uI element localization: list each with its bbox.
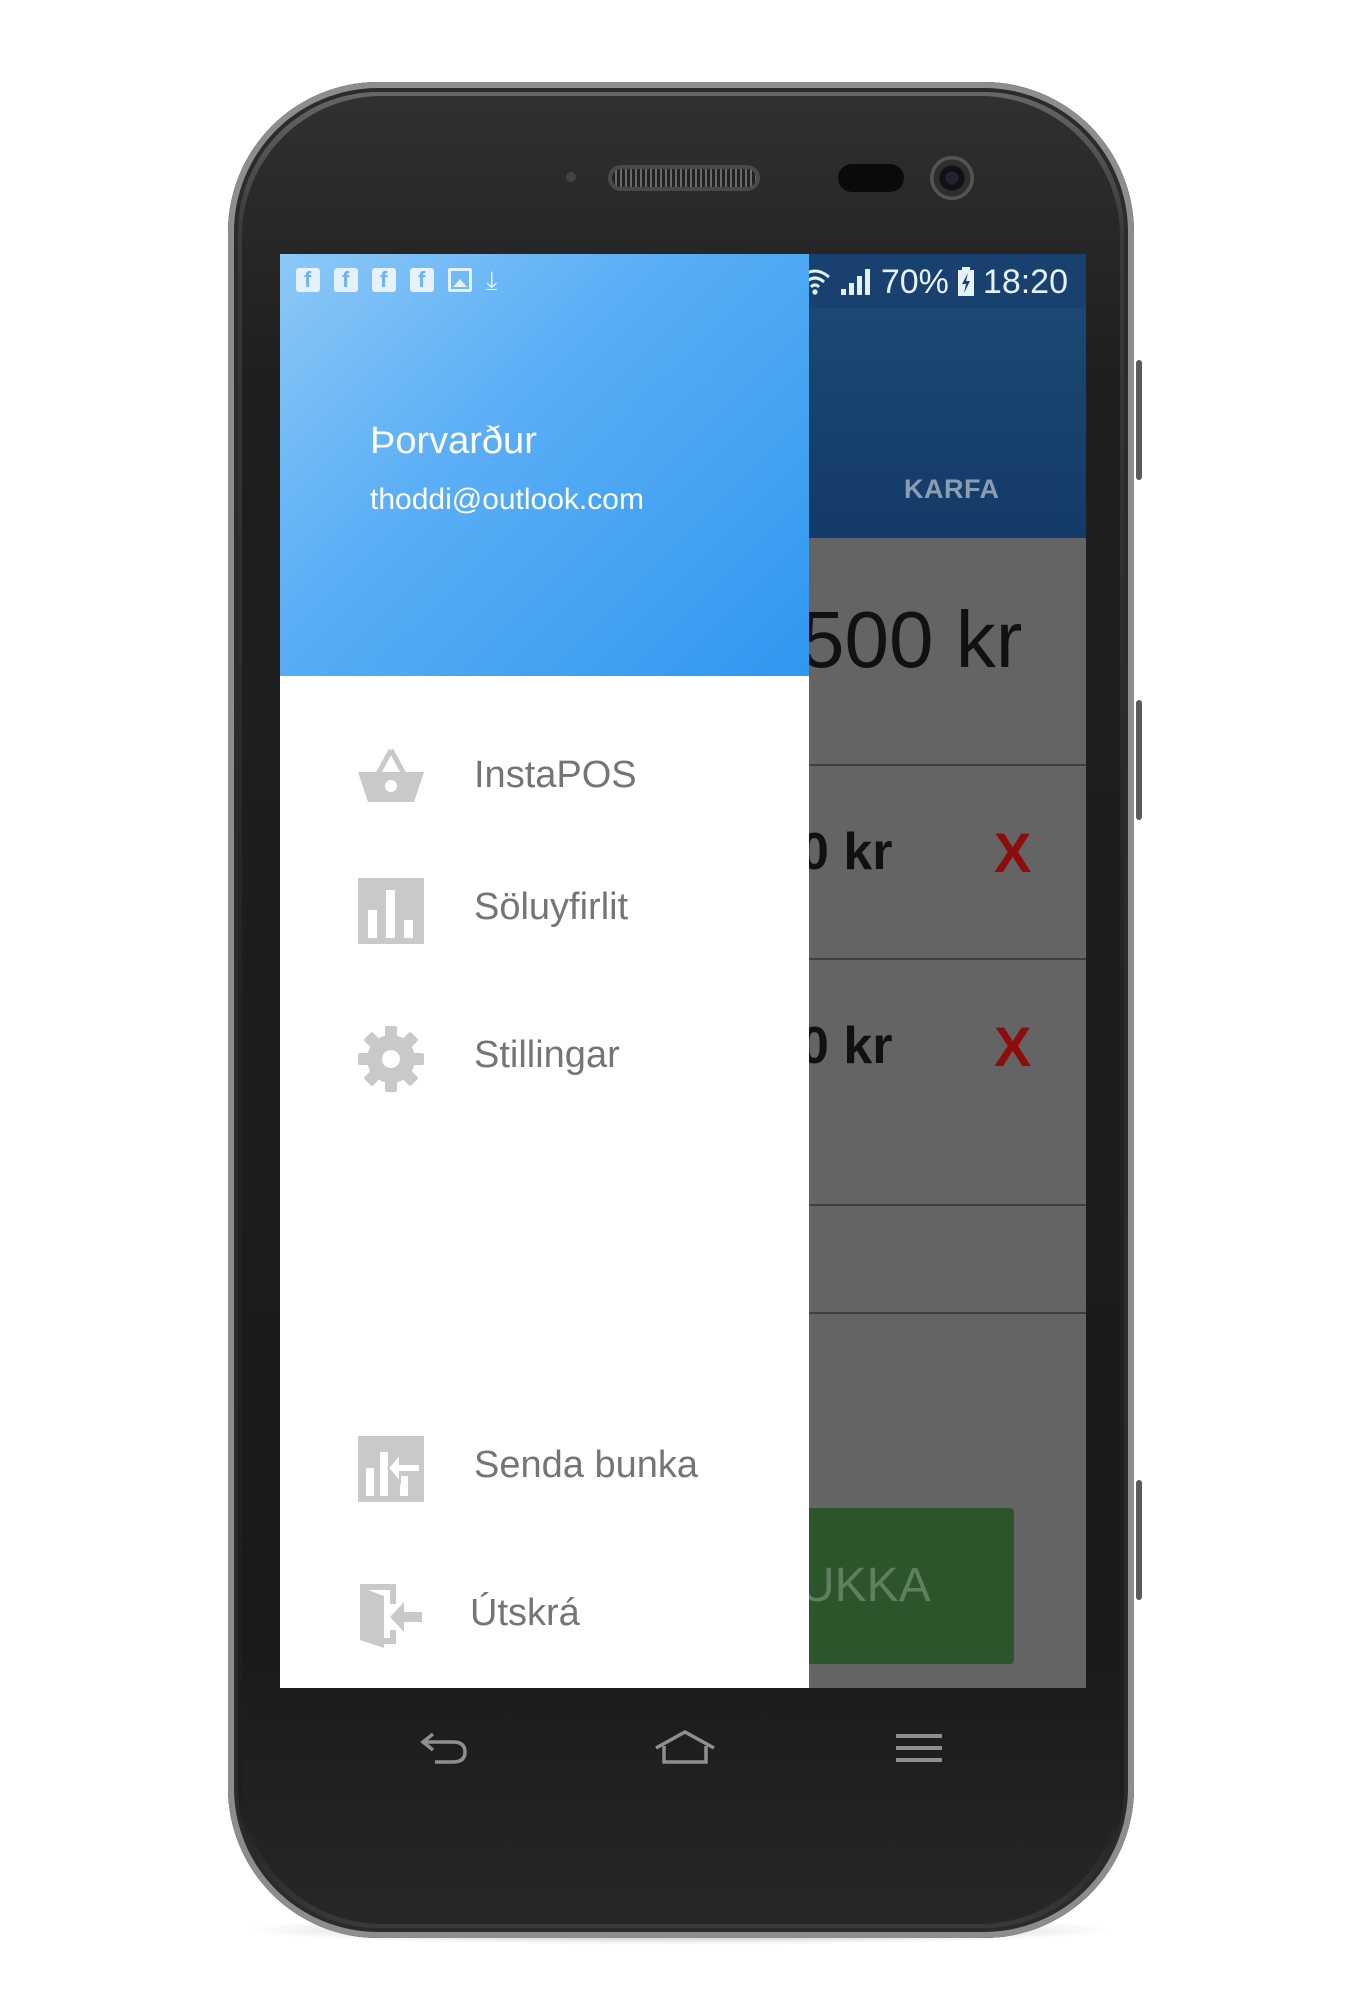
bar-chart-icon: [358, 878, 424, 944]
divider: [800, 958, 1086, 960]
power-button: [1136, 1480, 1142, 1600]
gear-icon: [358, 1026, 424, 1092]
home-icon[interactable]: [650, 1726, 720, 1770]
menu-icon[interactable]: [890, 1726, 950, 1770]
basket-icon: [358, 748, 424, 802]
screen: 70% 18:20 KARFA 500 kr 0 kr X 0 kr X UKK…: [280, 254, 1086, 1688]
divider: [800, 1204, 1086, 1206]
remove-item-button[interactable]: X: [994, 820, 1031, 885]
light-sensor: [838, 164, 904, 192]
drawer-header: ⤓ Þorvarður thoddi@outlook.com: [280, 254, 809, 676]
cart-total: 500 kr: [800, 595, 1023, 684]
facebook-icon: [410, 267, 434, 293]
menu-item-instapos[interactable]: InstaPOS: [280, 724, 809, 824]
divider: [800, 764, 1086, 766]
menu-item-label: InstaPOS: [474, 754, 637, 796]
cart-item-price: 0 kr: [800, 823, 893, 881]
volume-down-button: [1136, 700, 1142, 820]
navigation-drawer: ⤓ Þorvarður thoddi@outlook.com InstaPOS …: [280, 254, 809, 1688]
menu-item-soluyfirlit[interactable]: Söluyfirlit: [280, 856, 809, 956]
download-icon: ⤓: [486, 265, 498, 295]
facebook-icon: [334, 267, 358, 293]
send-batch-icon: [358, 1436, 424, 1502]
front-camera: [930, 156, 974, 200]
tab-karfa[interactable]: KARFA: [904, 474, 1000, 505]
menu-item-stillingar[interactable]: Stillingar: [280, 1004, 809, 1104]
menu-item-label: Söluyfirlit: [474, 886, 629, 928]
logout-icon: [360, 1584, 422, 1648]
status-right: 70% 18:20: [771, 262, 1068, 302]
hardware-navbar: [280, 1688, 1086, 1808]
signal-icon: [840, 269, 870, 295]
earpiece-speaker: [608, 165, 760, 191]
facebook-icon: [296, 267, 320, 293]
divider: [800, 1312, 1086, 1314]
facebook-icon: [372, 267, 396, 293]
image-icon: [448, 268, 472, 292]
menu-item-label: Senda bunka: [474, 1444, 698, 1486]
volume-up-button: [1136, 360, 1142, 480]
cart-item-price: 0 kr: [800, 1017, 893, 1075]
action-button[interactable]: UKKA: [800, 1508, 1014, 1664]
user-name: Þorvarður: [370, 420, 537, 462]
battery-percent: 70%: [880, 262, 949, 301]
clock: 18:20: [982, 262, 1068, 301]
back-icon[interactable]: [415, 1726, 475, 1770]
menu-item-label: Útskrá: [470, 1592, 580, 1634]
menu-item-senda-bunka[interactable]: Senda bunka: [280, 1414, 809, 1514]
notification-icons: ⤓: [296, 265, 498, 295]
user-email: thoddi@outlook.com: [370, 483, 644, 516]
battery-charging-icon: [957, 267, 974, 296]
proximity-sensor: [566, 172, 576, 182]
action-button-label: UKKA: [800, 1559, 931, 1612]
remove-item-button[interactable]: X: [994, 1014, 1031, 1079]
menu-item-utskra[interactable]: Útskrá: [280, 1562, 809, 1662]
menu-item-label: Stillingar: [474, 1034, 620, 1076]
